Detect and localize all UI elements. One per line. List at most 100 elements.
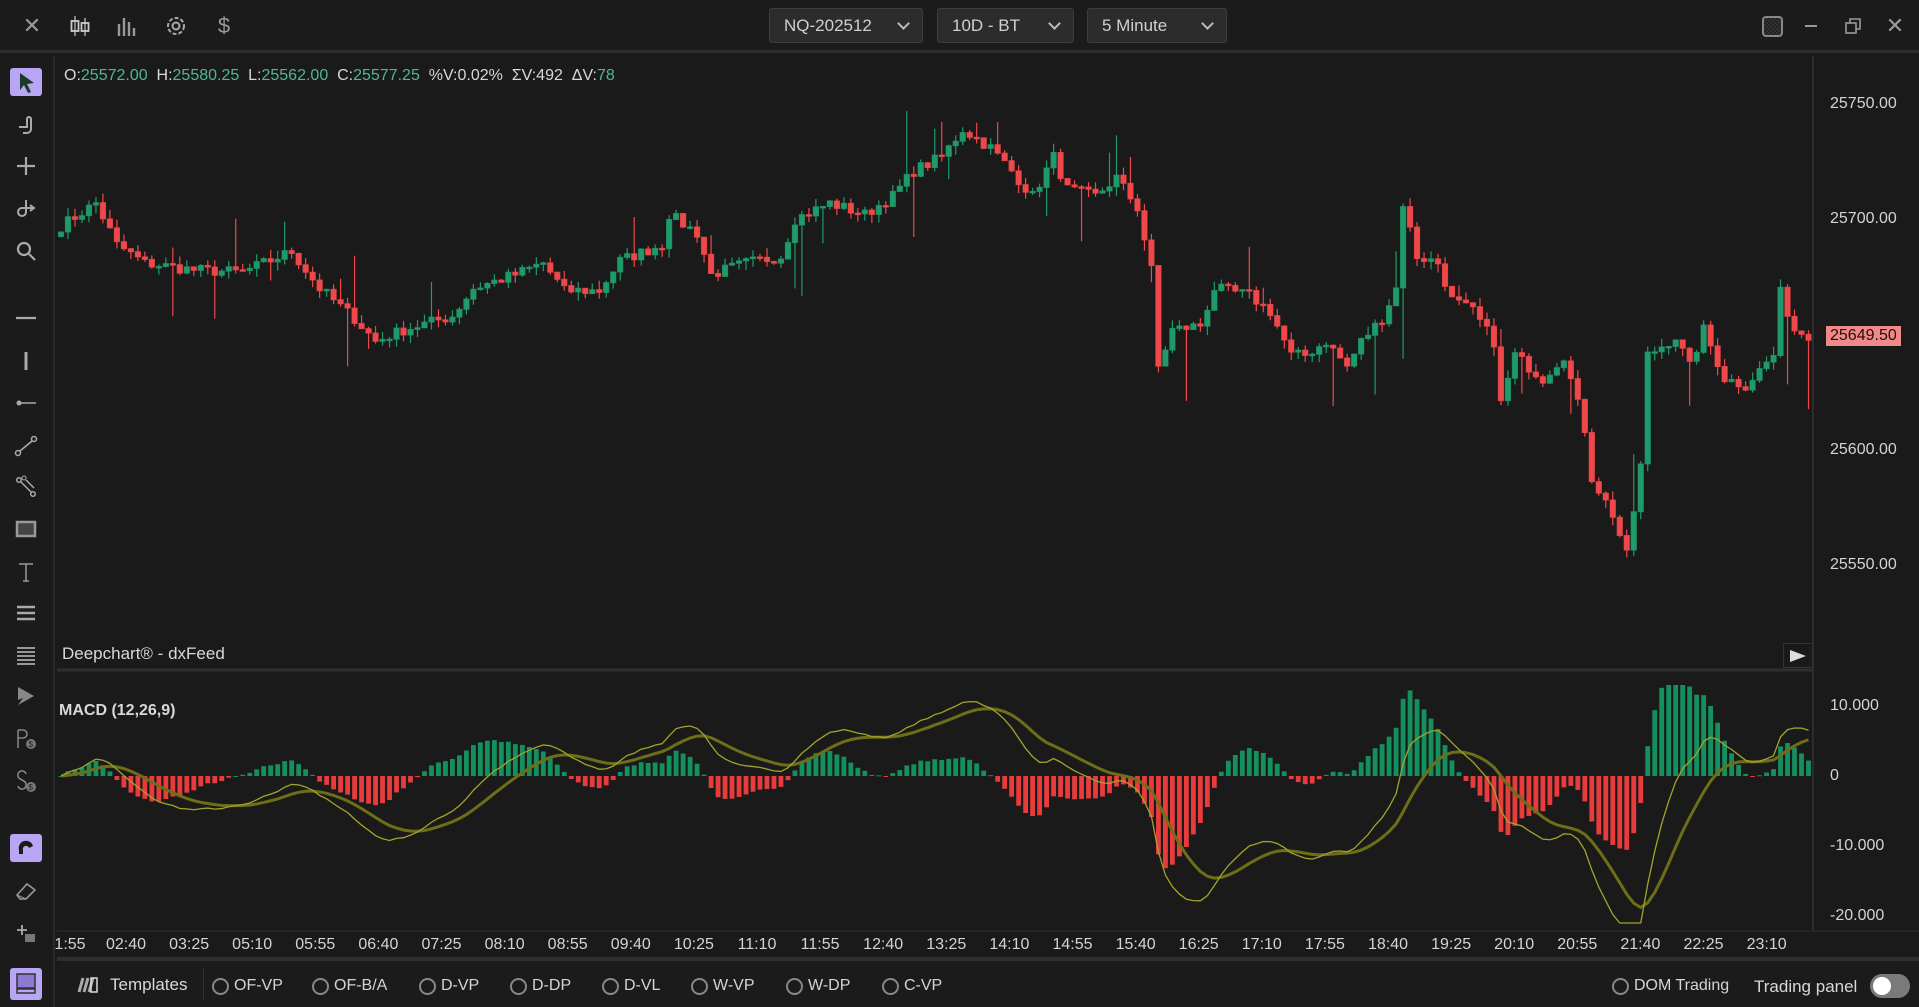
candle-body bbox=[652, 247, 659, 256]
candle bbox=[1204, 305, 1211, 336]
template-radio-of-b-a[interactable]: OF-B/A bbox=[312, 977, 387, 995]
candle bbox=[1609, 491, 1616, 526]
macd-histogram-bar bbox=[1170, 776, 1175, 865]
candle-body bbox=[463, 298, 470, 310]
candle-body bbox=[882, 205, 889, 208]
macd-histogram-bar bbox=[1435, 728, 1441, 776]
candle bbox=[218, 269, 225, 278]
candle-body bbox=[253, 261, 260, 269]
candle bbox=[868, 207, 875, 223]
macd-histogram-bar bbox=[303, 769, 309, 776]
candle bbox=[281, 221, 288, 265]
candle-body bbox=[1420, 258, 1428, 262]
macd-histogram-bar bbox=[694, 763, 700, 776]
candle-body bbox=[1392, 287, 1400, 307]
macd-histogram-bar bbox=[778, 776, 784, 787]
candle bbox=[71, 208, 79, 227]
candle bbox=[1071, 180, 1078, 189]
candle bbox=[1399, 203, 1407, 359]
time-tick-label: 03:25 bbox=[169, 936, 210, 953]
macd-histogram-bar bbox=[1708, 706, 1714, 776]
candle bbox=[1008, 155, 1015, 173]
radio-circle bbox=[312, 977, 329, 995]
price-chart[interactable] bbox=[0, 0, 1919, 1007]
macd-histogram-bar bbox=[156, 776, 162, 802]
radio-circle bbox=[510, 977, 527, 995]
candle-body bbox=[309, 271, 316, 281]
macd-histogram-bar bbox=[191, 776, 197, 791]
candle bbox=[1539, 374, 1546, 388]
candle bbox=[617, 254, 624, 281]
macd-histogram-bar bbox=[575, 776, 581, 783]
macd-histogram-bar bbox=[128, 776, 134, 793]
candle-body bbox=[1630, 511, 1637, 551]
candle-body bbox=[1413, 226, 1421, 260]
candle bbox=[1434, 253, 1442, 273]
macd-histogram-bar bbox=[114, 776, 120, 781]
candle-body bbox=[987, 144, 994, 149]
candle bbox=[533, 257, 540, 276]
macd-histogram-bar bbox=[345, 776, 350, 795]
candle-body bbox=[330, 288, 337, 301]
candle bbox=[1372, 319, 1379, 395]
candle-body bbox=[1749, 379, 1756, 391]
candle-body bbox=[1434, 258, 1442, 265]
candle-body bbox=[959, 132, 966, 142]
template-radio-d-vl[interactable]: D-VL bbox=[602, 977, 660, 995]
trading-panel-toggle[interactable] bbox=[1870, 974, 1910, 998]
template-radio-d-dp[interactable]: D-DP bbox=[510, 977, 571, 995]
candle-body bbox=[1777, 286, 1784, 356]
scroll-to-latest-button[interactable] bbox=[1783, 643, 1813, 668]
candle bbox=[176, 256, 183, 276]
macd-histogram-bar bbox=[869, 774, 875, 776]
candle-body bbox=[1651, 351, 1658, 354]
macd-histogram-bar bbox=[547, 757, 553, 776]
candle-body bbox=[1071, 184, 1078, 188]
macd-histogram-bar bbox=[1309, 776, 1315, 784]
candle-body bbox=[358, 322, 365, 330]
template-radio-w-vp[interactable]: W-VP bbox=[691, 977, 754, 995]
candle-body bbox=[134, 251, 141, 258]
candle-body bbox=[896, 185, 903, 192]
dom-trading-radio[interactable]: DOM Trading bbox=[1612, 977, 1729, 995]
template-radio-w-dp[interactable]: W-DP bbox=[786, 977, 850, 995]
candle bbox=[1595, 477, 1602, 496]
macd-histogram-bar bbox=[967, 759, 973, 776]
candle bbox=[1176, 320, 1183, 332]
candle bbox=[756, 253, 764, 262]
templates-button[interactable]: Templates bbox=[76, 975, 187, 995]
candle bbox=[1476, 298, 1484, 328]
template-radio-c-vp[interactable]: C-VP bbox=[882, 977, 942, 995]
candle-body bbox=[1644, 351, 1651, 465]
candle-body bbox=[910, 173, 917, 177]
candle bbox=[1777, 279, 1784, 358]
candle-body bbox=[1574, 378, 1581, 400]
macd-histogram-bar bbox=[1799, 753, 1804, 776]
macd-histogram-bar bbox=[464, 750, 469, 776]
macd-histogram-bar bbox=[352, 776, 357, 800]
macd-histogram-bar bbox=[680, 753, 686, 776]
candle-body bbox=[176, 264, 183, 274]
macd-histogram-bar bbox=[624, 766, 630, 776]
candle-body bbox=[1148, 239, 1155, 266]
macd-histogram-bar bbox=[1645, 746, 1651, 776]
template-radio-of-vp[interactable]: OF-VP bbox=[212, 977, 283, 995]
candle-body bbox=[868, 209, 875, 215]
template-radio-d-vp[interactable]: D-VP bbox=[419, 977, 479, 995]
panel-toggle-button[interactable] bbox=[10, 968, 42, 1000]
candle-body bbox=[337, 299, 344, 305]
radio-label: D-DP bbox=[532, 977, 572, 994]
macd-histogram-bar bbox=[596, 776, 602, 789]
candle-body bbox=[386, 338, 393, 342]
candle bbox=[812, 199, 820, 223]
candle-body bbox=[400, 327, 407, 336]
candle-body bbox=[1518, 352, 1526, 357]
candle bbox=[1574, 370, 1581, 406]
candle bbox=[1497, 328, 1505, 406]
candle-body bbox=[742, 258, 750, 262]
macd-histogram-bar bbox=[422, 771, 427, 776]
macd-histogram-bar bbox=[1344, 773, 1350, 776]
candle-body bbox=[1134, 198, 1141, 212]
candle bbox=[1050, 143, 1057, 175]
candle-body bbox=[1085, 186, 1092, 190]
